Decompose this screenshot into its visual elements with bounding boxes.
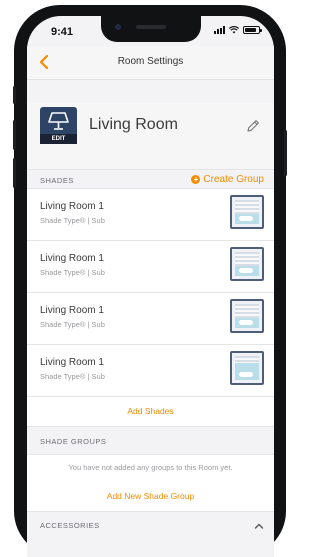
app-screen: 9:41 Room Settings EDIT Living Room SHAD… xyxy=(27,16,274,557)
nav-bar: Room Settings xyxy=(27,46,274,80)
shade-row[interactable]: Living Room 1 Shade Type® | Sub xyxy=(27,293,274,345)
accessories-section-label: ACCESSORIES xyxy=(40,521,100,530)
shade-name: Living Room 1 xyxy=(40,305,104,316)
shade-groups-section-label: SHADE GROUPS xyxy=(40,437,107,446)
volume-up-button xyxy=(13,120,16,150)
shade-name: Living Room 1 xyxy=(40,253,104,264)
create-group-label: Create Group xyxy=(203,174,264,185)
speaker-grille xyxy=(136,25,166,29)
volume-down-button xyxy=(13,158,16,188)
shade-closed-icon xyxy=(230,247,264,281)
shade-name: Living Room 1 xyxy=(40,201,104,212)
shade-name: Living Room 1 xyxy=(40,357,104,368)
accessories-section: ACCESSORIES xyxy=(27,516,274,557)
status-time: 9:41 xyxy=(51,26,74,38)
notch xyxy=(101,16,201,42)
shade-groups-panel: You have not added any groups to this Ro… xyxy=(27,454,274,512)
signal-icon xyxy=(214,26,225,34)
shade-type: Shade Type® | Sub xyxy=(40,268,105,277)
shade-type: Shade Type® | Sub xyxy=(40,216,105,225)
shade-list: Living Room 1 Shade Type® | Sub Living R… xyxy=(27,188,274,397)
shade-type: Shade Type® | Sub xyxy=(40,372,105,381)
room-header: EDIT Living Room xyxy=(27,103,274,170)
edit-badge: EDIT xyxy=(40,134,77,144)
shades-section-label: SHADES xyxy=(40,176,74,185)
camera-icon xyxy=(115,24,121,30)
plus-icon: + xyxy=(191,175,201,184)
shade-row[interactable]: Living Room 1 Shade Type® | Sub xyxy=(27,189,274,241)
mute-switch xyxy=(13,86,16,104)
empty-groups-message: You have not added any groups to this Ro… xyxy=(68,463,233,472)
power-button xyxy=(284,130,287,176)
page-title: Room Settings xyxy=(117,56,184,67)
shade-row[interactable]: Living Room 1 Shade Type® | Sub xyxy=(27,345,274,397)
shade-closed-icon xyxy=(230,195,264,229)
create-group-button[interactable]: + Create Group xyxy=(191,174,264,185)
shade-closed-icon xyxy=(230,299,264,333)
pencil-icon[interactable] xyxy=(245,118,261,134)
phone-frame: 9:41 Room Settings EDIT Living Room SHAD… xyxy=(0,0,292,557)
wifi-icon xyxy=(229,26,239,34)
battery-icon xyxy=(243,26,262,34)
shade-type: Shade Type® | Sub xyxy=(40,320,105,329)
chevron-up-icon[interactable] xyxy=(253,520,265,532)
shade-open-icon xyxy=(230,351,264,385)
add-shades-button[interactable]: Add Shades xyxy=(27,397,274,427)
room-name: Living Room xyxy=(89,116,178,133)
lamp-icon xyxy=(48,112,69,130)
room-icon-edit-button[interactable]: EDIT xyxy=(40,107,77,144)
status-icons xyxy=(214,26,262,34)
shade-row[interactable]: Living Room 1 Shade Type® | Sub xyxy=(27,241,274,293)
add-new-shade-group-button[interactable]: Add New Shade Group xyxy=(27,491,274,501)
